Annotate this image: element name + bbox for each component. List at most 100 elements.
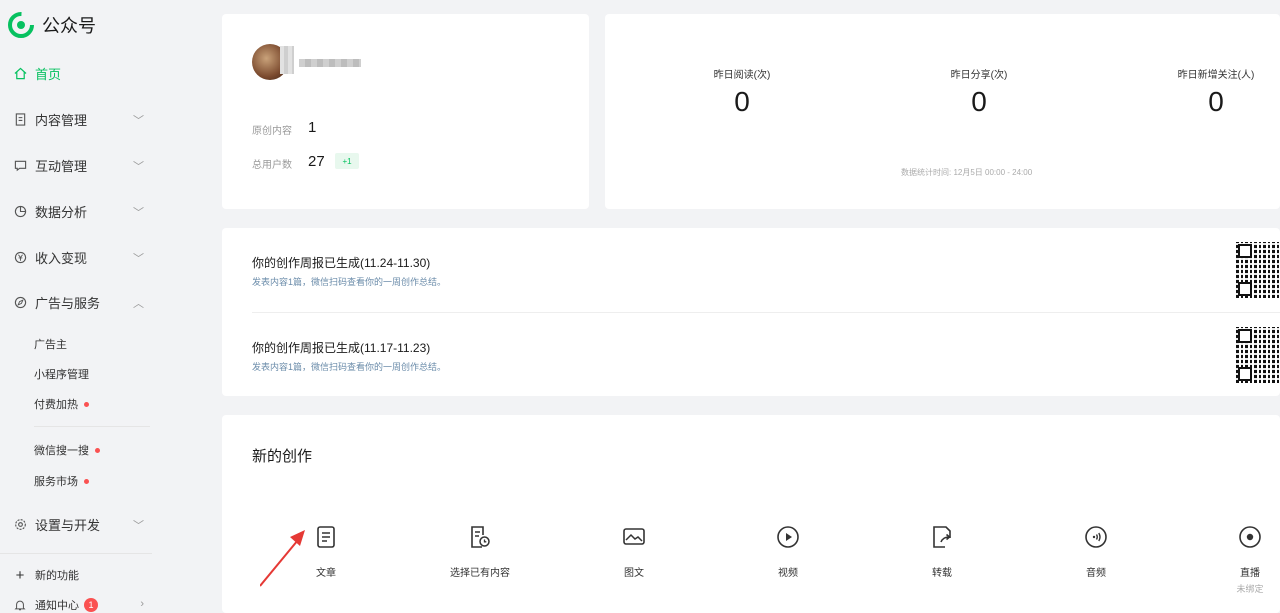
report-description: 发表内容1篇，微信扫码查看你的一周创作总结。 xyxy=(252,277,447,287)
sidebar-subitem-service-market[interactable]: 服务市场 xyxy=(34,473,89,489)
bell-icon xyxy=(12,597,28,613)
sidebar-item-label: 设置与开发 xyxy=(35,517,101,533)
metric-value: 0 xyxy=(971,86,987,117)
image-text-icon xyxy=(621,524,647,550)
create-video-button[interactable]: 视频 xyxy=(728,524,848,579)
tool-label: 视频 xyxy=(778,568,798,579)
sidebar-item-analytics[interactable]: 数据分析 ﹀ xyxy=(12,200,152,222)
red-dot-badge xyxy=(95,447,100,453)
users-delta-badge: +1 xyxy=(335,153,359,169)
sidebar-item-new-features[interactable]: + 新的功能 xyxy=(12,564,152,586)
pie-chart-icon xyxy=(12,203,28,219)
yesterday-stats-card: 昨日阅读(次) 0 昨日分享(次) 0 昨日新增关注(人) 0 数据统计时间: … xyxy=(605,14,1280,209)
sidebar-item-notifications[interactable]: 通知中心 1 › xyxy=(12,594,152,613)
weekly-reports-card: 你的创作周报已生成(11.24-11.30) 发表内容1篇，微信扫码查看你的一周… xyxy=(222,228,1280,396)
metric-new-followers[interactable]: 昨日新增关注(人) 0 xyxy=(1136,66,1280,118)
sidebar-item-label: 新的功能 xyxy=(35,570,79,582)
stats-time-note: 数据统计时间: 12月5日 00:00 - 24:00 xyxy=(901,168,1033,177)
metric-value: 0 xyxy=(734,86,750,117)
tool-label: 选择已有内容 xyxy=(450,568,510,579)
chevron-down-icon: ﹀ xyxy=(133,520,144,532)
sidebar-item-label: 首页 xyxy=(35,66,62,82)
sidebar-item-label: 互动管理 xyxy=(35,158,88,174)
masked-area xyxy=(280,46,294,74)
sidebar-item-settings[interactable]: 设置与开发 ﹀ xyxy=(12,513,152,535)
video-play-icon xyxy=(775,524,801,550)
sidebar-item-label: 数据分析 xyxy=(35,204,88,220)
document-icon xyxy=(12,111,28,127)
create-repost-button[interactable]: 转载 xyxy=(882,524,1002,579)
live-icon xyxy=(1237,524,1263,550)
sidebar-item-label: 收入变现 xyxy=(35,250,88,266)
metric-label: 昨日新增关注(人) xyxy=(1177,70,1255,81)
sidebar-item-ads-services[interactable]: 广告与服务 ︿ xyxy=(12,291,152,313)
report-description: 发表内容1篇，微信扫码查看你的一周创作总结。 xyxy=(252,362,447,372)
create-image-text-button[interactable]: 图文 xyxy=(574,524,694,579)
red-dot-badge xyxy=(84,401,89,407)
account-summary-card: 原创内容 1 总用户数 27 +1 xyxy=(222,14,589,209)
wechat-official-account-logo-icon xyxy=(8,12,34,38)
chevron-down-icon: ﹀ xyxy=(133,207,144,219)
audio-icon xyxy=(1083,524,1109,550)
sidebar: 公众号 首页 内容管理 ﹀ 互动管理 ﹀ 数据分析 ﹀ 收入变现 ﹀ 广告与服务… xyxy=(0,0,205,613)
notification-count-badge: 1 xyxy=(84,598,98,612)
qr-code-icon xyxy=(1236,242,1280,298)
create-audio-button[interactable]: 音频 xyxy=(1036,524,1156,579)
brand[interactable]: 公众号 xyxy=(8,12,96,38)
tool-label: 直播 xyxy=(1240,568,1260,579)
weekly-report-item[interactable]: 你的创作周报已生成(11.17-11.23) 发表内容1篇，微信扫码查看你的一周… xyxy=(252,339,446,373)
metric-value: 0 xyxy=(1208,86,1224,117)
qr-code-icon xyxy=(1236,327,1280,383)
masked-account-name xyxy=(299,59,361,67)
divider xyxy=(252,312,1280,313)
total-users-label: 总用户数 xyxy=(252,160,292,171)
plus-icon: + xyxy=(15,566,25,584)
create-live-button[interactable]: 直播 未绑定 xyxy=(1190,524,1280,595)
settings-icon xyxy=(12,516,28,532)
sidebar-item-monetization[interactable]: 收入变现 ﹀ xyxy=(12,246,152,268)
report-title: 你的创作周报已生成(11.24-11.30) xyxy=(252,256,431,270)
sidebar-subitem-label: 服务市场 xyxy=(34,476,78,488)
metric-label: 昨日分享(次) xyxy=(950,70,1008,81)
original-content-value: 1 xyxy=(308,119,317,136)
chevron-down-icon: ﹀ xyxy=(133,253,144,265)
compass-icon xyxy=(12,294,28,310)
chevron-down-icon: ﹀ xyxy=(133,115,144,127)
red-annotation-arrow xyxy=(260,530,305,587)
sidebar-item-interaction[interactable]: 互动管理 ﹀ xyxy=(12,154,152,176)
sidebar-subitem-label: 小程序管理 xyxy=(34,369,89,381)
select-existing-content-button[interactable]: 选择已有内容 xyxy=(420,524,540,579)
sidebar-item-label: 内容管理 xyxy=(35,112,88,128)
metric-shares[interactable]: 昨日分享(次) 0 xyxy=(899,66,1059,118)
home-icon xyxy=(12,65,28,81)
tool-sublabel: 未绑定 xyxy=(1236,584,1264,594)
sidebar-subitem-label: 微信搜一搜 xyxy=(34,445,89,457)
original-content-label: 原创内容 xyxy=(252,126,292,137)
sidebar-subitem-paid-boost[interactable]: 付费加热 xyxy=(34,396,89,412)
sidebar-subitem-label: 付费加热 xyxy=(34,399,78,411)
chevron-up-icon: ︿ xyxy=(133,298,144,310)
existing-content-icon xyxy=(467,524,493,550)
sidebar-subitem-label: 广告主 xyxy=(34,339,67,351)
sidebar-subitem-wechat-search[interactable]: 微信搜一搜 xyxy=(34,442,100,458)
repost-icon xyxy=(929,524,955,550)
weekly-report-item[interactable]: 你的创作周报已生成(11.24-11.30) 发表内容1篇，微信扫码查看你的一周… xyxy=(252,254,446,288)
sidebar-subitem-advertiser[interactable]: 广告主 xyxy=(34,336,67,352)
new-creation-card: 新的创作 文章 选择已有内容 图文 视频 转载 音频 直播 未绑定 xyxy=(222,415,1280,613)
sidebar-item-label: 广告与服务 xyxy=(35,295,101,311)
sidebar-item-content[interactable]: 内容管理 ﹀ xyxy=(12,108,152,130)
chat-icon xyxy=(12,157,28,173)
metric-label: 昨日阅读(次) xyxy=(713,70,771,81)
red-dot-badge xyxy=(84,478,89,484)
section-title: 新的创作 xyxy=(252,448,313,465)
tool-label: 转载 xyxy=(932,568,952,579)
divider xyxy=(34,426,150,427)
sidebar-item-home[interactable]: 首页 xyxy=(12,62,152,84)
total-users-value: 27 xyxy=(308,153,325,170)
chevron-down-icon: ﹀ xyxy=(133,161,144,173)
yen-icon xyxy=(12,249,28,265)
sidebar-subitem-miniprogram[interactable]: 小程序管理 xyxy=(34,366,89,382)
report-title: 你的创作周报已生成(11.17-11.23) xyxy=(252,341,431,355)
divider xyxy=(0,553,152,554)
metric-reads[interactable]: 昨日阅读(次) 0 xyxy=(662,66,822,118)
